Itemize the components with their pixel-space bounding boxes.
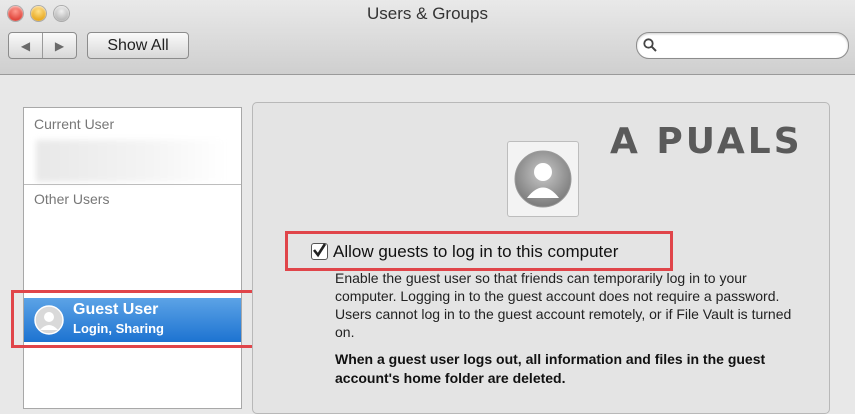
guest-picture-well[interactable]: [507, 141, 579, 217]
show-all-button[interactable]: Show All: [87, 32, 189, 59]
forward-button[interactable]: ▶: [42, 33, 76, 58]
back-button[interactable]: ◀: [9, 33, 42, 58]
search-input[interactable]: [661, 36, 840, 56]
current-user-item-redacted[interactable]: [36, 140, 226, 182]
user-avatar-icon: [514, 150, 572, 208]
current-user-header: Current User: [34, 116, 115, 132]
guest-logout-warning: When a guest user logs out, all informat…: [335, 351, 766, 386]
window-toolbar: Users & Groups ◀ ▶ Show All: [0, 0, 855, 75]
guest-description: Enable the guest user so that friends ca…: [335, 270, 792, 340]
divider: [24, 184, 241, 185]
users-list: Current User Other Users Guest User Logi…: [23, 107, 242, 409]
highlight-box-checkbox: [285, 231, 673, 271]
watermark-logo: A PUALS: [610, 121, 803, 162]
search-field[interactable]: [636, 32, 849, 59]
highlight-box-guest: [11, 290, 259, 348]
magnifier-icon: [643, 38, 657, 52]
other-users-header: Other Users: [34, 191, 110, 207]
window-title: Users & Groups: [367, 4, 488, 23]
back-forward-control: ◀ ▶: [8, 32, 77, 59]
